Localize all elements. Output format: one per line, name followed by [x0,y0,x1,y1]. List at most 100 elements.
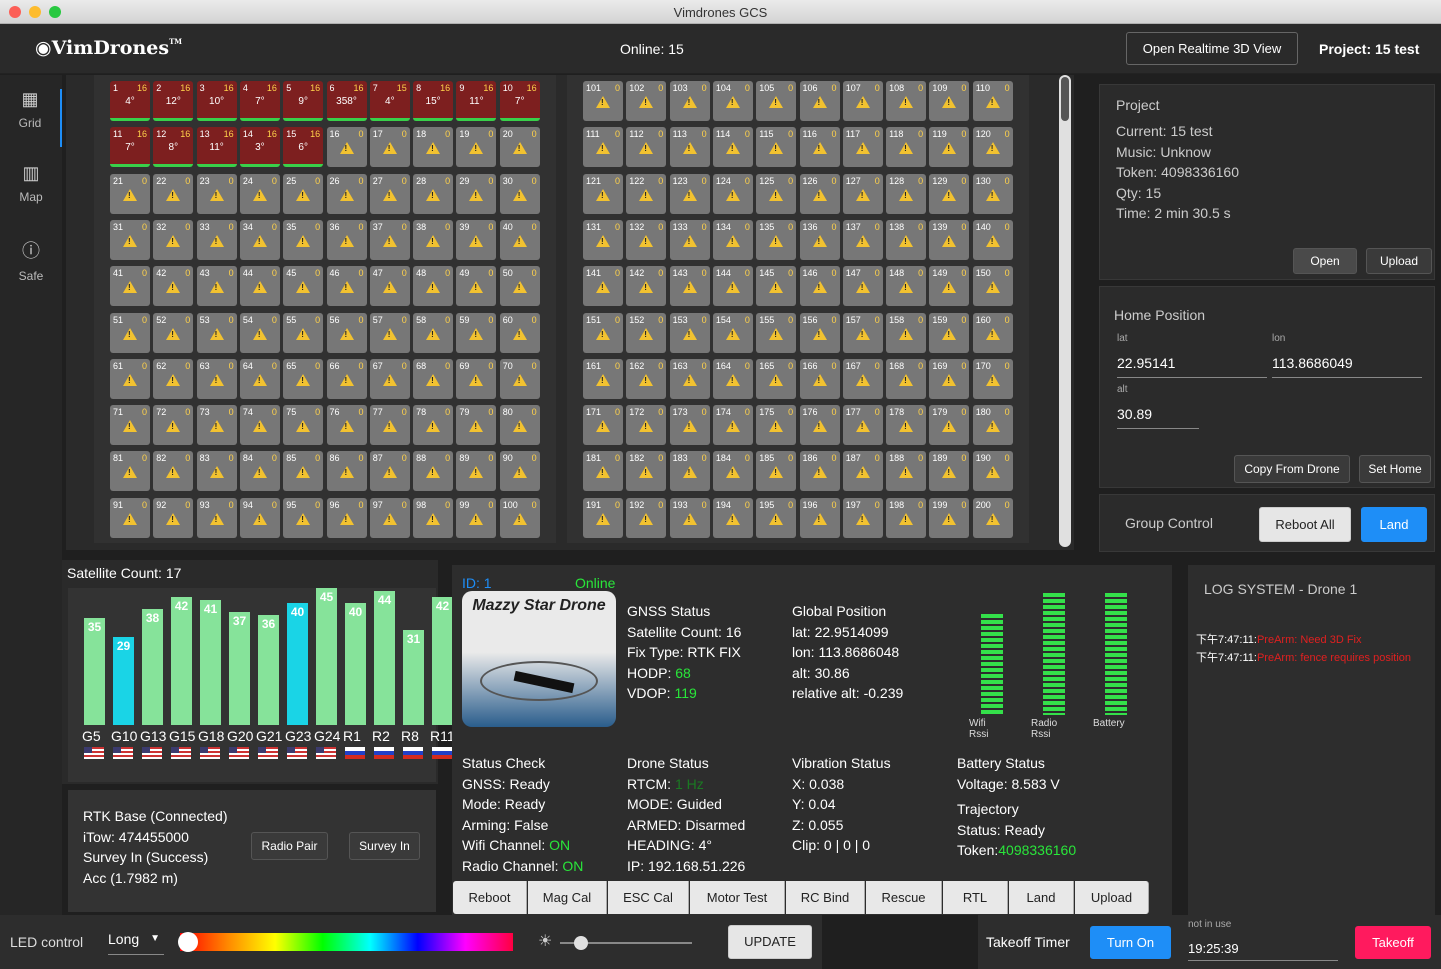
drone-cell[interactable]: 174 0 [712,405,753,446]
drone-cell[interactable]: 189 0 [929,451,970,492]
drone-cell[interactable]: 149 0 [929,266,970,307]
drone-cell[interactable]: 152 0 [626,312,667,353]
drone-cell[interactable]: 21 0 [110,173,150,214]
drone-cell[interactable]: 132 0 [626,219,667,260]
drone-cell[interactable]: 187 0 [842,451,883,492]
drone-cell[interactable]: 124 0 [712,173,753,214]
drone-cell[interactable]: 167 0 [842,358,883,399]
drone-cell[interactable]: 11 16 7° [110,127,150,168]
drone-cell[interactable]: 169 0 [929,358,970,399]
drone-cell[interactable]: 103 0 [669,81,710,121]
drone-cell[interactable]: 78 0 [413,405,454,446]
brightness-slider[interactable] [560,936,692,950]
drone-cell[interactable]: 76 0 [326,405,367,446]
drone-cell[interactable]: 101 0 [583,81,623,121]
upload-button[interactable]: Upload [1075,881,1149,914]
drone-cell[interactable]: 55 0 [283,312,324,353]
drone-cell[interactable]: 154 0 [712,312,753,353]
sidebar-item-map[interactable]: ▥ Map [0,163,62,213]
rescue-button[interactable]: Rescue [866,881,942,914]
drone-cell[interactable]: 81 0 [110,451,150,492]
drone-cell[interactable]: 142 0 [626,266,667,307]
drone-cell[interactable]: 27 0 [369,173,410,214]
drone-cell[interactable]: 144 0 [712,266,753,307]
drone-cell[interactable]: 24 0 [239,173,280,214]
drone-cell[interactable]: 12 16 8° [153,127,194,168]
drone-cell[interactable]: 109 0 [929,81,970,121]
drone-cell[interactable]: 188 0 [886,451,927,492]
set-home-button[interactable]: Set Home [1359,455,1431,483]
drone-cell[interactable]: 178 0 [886,405,927,446]
drone-cell[interactable]: 115 0 [756,127,797,168]
lat-input[interactable]: 22.95141 [1117,355,1267,378]
drone-cell[interactable]: 90 0 [499,451,540,492]
drone-cell[interactable]: 9 16 11° [456,81,497,121]
drone-cell[interactable]: 60 0 [499,312,540,353]
drone-cell[interactable]: 59 0 [456,312,497,353]
alt-input[interactable]: 30.89 [1117,406,1199,429]
drone-cell[interactable]: 3 16 10° [196,81,237,121]
drone-cell[interactable]: 173 0 [669,405,710,446]
drone-cell[interactable]: 29 0 [456,173,497,214]
drone-cell[interactable]: 86 0 [326,451,367,492]
drone-cell[interactable]: 190 0 [972,451,1013,492]
drone-cell[interactable]: 61 0 [110,358,150,399]
drone-cell[interactable]: 13 16 11° [196,127,237,168]
reboot-all-button[interactable]: Reboot All [1259,507,1351,542]
takeoff-time-input[interactable]: 19:25:39 [1188,941,1338,961]
lon-input[interactable]: 113.8686049 [1272,355,1422,378]
drone-cell[interactable]: 121 0 [583,173,623,214]
drone-cell[interactable]: 159 0 [929,312,970,353]
drone-cell[interactable]: 138 0 [886,219,927,260]
drone-cell[interactable]: 68 0 [413,358,454,399]
group-land-button[interactable]: Land [1361,507,1427,542]
drone-cell[interactable]: 122 0 [626,173,667,214]
motor-test-button[interactable]: Motor Test [690,881,785,914]
drone-cell[interactable]: 148 0 [886,266,927,307]
drone-cell[interactable]: 162 0 [626,358,667,399]
drone-cell[interactable]: 161 0 [583,358,623,399]
drone-cell[interactable]: 50 0 [499,266,540,307]
drone-cell[interactable]: 48 0 [413,266,454,307]
drone-cell[interactable]: 133 0 [669,219,710,260]
drone-cell[interactable]: 95 0 [283,497,324,538]
led-mode-select[interactable]: Long ▼ [108,931,164,955]
drone-cell[interactable]: 120 0 [972,127,1013,168]
drone-cell[interactable]: 163 0 [669,358,710,399]
drone-cell[interactable]: 143 0 [669,266,710,307]
drone-cell[interactable]: 130 0 [972,173,1013,214]
drone-cell[interactable]: 126 0 [799,173,840,214]
drone-cell[interactable]: 5 16 9° [283,81,324,121]
drone-cell[interactable]: 17 0 [369,127,410,168]
drone-cell[interactable]: 175 0 [756,405,797,446]
drone-cell[interactable]: 112 0 [626,127,667,168]
drone-cell[interactable]: 93 0 [196,497,237,538]
drone-cell[interactable]: 35 0 [283,219,324,260]
drone-cell[interactable]: 34 0 [239,219,280,260]
drone-cell[interactable]: 54 0 [239,312,280,353]
drone-cell[interactable]: 67 0 [369,358,410,399]
drone-cell[interactable]: 151 0 [583,312,623,353]
copy-from-drone-button[interactable]: Copy From Drone [1234,455,1350,483]
drone-cell[interactable]: 111 0 [583,127,623,168]
drone-cell[interactable]: 123 0 [669,173,710,214]
drone-cell[interactable]: 75 0 [283,405,324,446]
drone-cell[interactable]: 118 0 [886,127,927,168]
land-button[interactable]: Land [1009,881,1074,914]
drone-cell[interactable]: 158 0 [886,312,927,353]
rc-bind-button[interactable]: RC Bind [786,881,865,914]
drone-cell[interactable]: 117 0 [842,127,883,168]
drone-cell[interactable]: 45 0 [283,266,324,307]
drone-cell[interactable]: 47 0 [369,266,410,307]
drone-cell[interactable]: 58 0 [413,312,454,353]
drone-cell[interactable]: 36 0 [326,219,367,260]
drone-cell[interactable]: 145 0 [756,266,797,307]
drone-cell[interactable]: 83 0 [196,451,237,492]
drone-cell[interactable]: 168 0 [886,358,927,399]
drone-cell[interactable]: 77 0 [369,405,410,446]
drone-cell[interactable]: 139 0 [929,219,970,260]
drone-cell[interactable]: 74 0 [239,405,280,446]
brightness-thumb[interactable] [574,936,588,950]
drone-cell[interactable]: 25 0 [283,173,324,214]
drone-cell[interactable]: 110 0 [972,81,1013,121]
